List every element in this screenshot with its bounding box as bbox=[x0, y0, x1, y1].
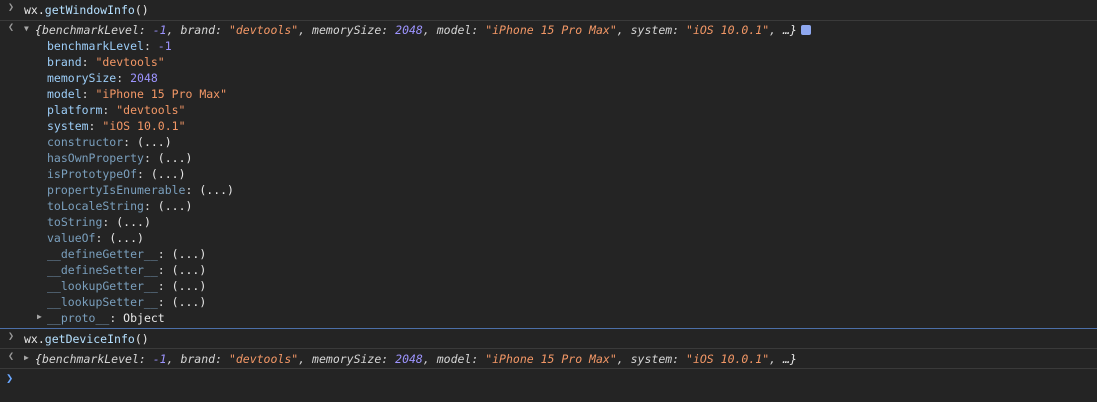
triangle-right-icon[interactable]: ▶ bbox=[24, 353, 29, 362]
property-row[interactable]: platform: "devtools" bbox=[47, 102, 186, 118]
property-row[interactable]: system: "iOS 10.0.1" bbox=[47, 118, 186, 134]
separator bbox=[0, 348, 1097, 349]
separator bbox=[0, 328, 1097, 329]
separator bbox=[0, 20, 1097, 21]
triangle-right-icon[interactable]: ▶ bbox=[37, 312, 42, 321]
proto-method-row[interactable]: propertyIsEnumerable: (...) bbox=[47, 182, 234, 198]
prompt-chevron-icon[interactable]: ❯ bbox=[6, 371, 13, 385]
property-row[interactable]: benchmarkLevel: -1 bbox=[47, 38, 172, 54]
proto-method-row[interactable]: __defineGetter__: (...) bbox=[47, 246, 206, 262]
property-row[interactable]: brand: "devtools" bbox=[47, 54, 165, 70]
console-input-2[interactable]: wx.getDeviceInfo() bbox=[24, 331, 149, 347]
proto-method-row[interactable]: toString: (...) bbox=[47, 214, 151, 230]
proto-method-row[interactable]: __lookupGetter__: (...) bbox=[47, 278, 206, 294]
chevron-left-icon: ❮ bbox=[7, 351, 15, 362]
property-row[interactable]: memorySize: 2048 bbox=[47, 70, 158, 86]
proto-method-row[interactable]: hasOwnProperty: (...) bbox=[47, 150, 192, 166]
console-prompt-input[interactable] bbox=[24, 370, 1084, 386]
proto-method-row[interactable]: toLocaleString: (...) bbox=[47, 198, 192, 214]
triangle-down-icon[interactable]: ▼ bbox=[24, 24, 29, 33]
chevron-left-icon: ❮ bbox=[7, 22, 15, 33]
proto-method-row[interactable]: valueOf: (...) bbox=[47, 230, 144, 246]
proto-method-row[interactable]: constructor: (...) bbox=[47, 134, 172, 150]
object-summary-expanded[interactable]: {benchmarkLevel: -1, brand: "devtools", … bbox=[35, 22, 811, 38]
property-row[interactable]: model: "iPhone 15 Pro Max" bbox=[47, 86, 227, 102]
proto-method-row[interactable]: __lookupSetter__: (...) bbox=[47, 294, 206, 310]
chevron-right-icon: ❯ bbox=[7, 2, 15, 13]
console-input-1[interactable]: wx.getWindowInfo() bbox=[24, 2, 149, 18]
separator bbox=[0, 368, 1097, 369]
proto-method-row[interactable]: __defineSetter__: (...) bbox=[47, 262, 206, 278]
object-summary-collapsed[interactable]: {benchmarkLevel: -1, brand: "devtools", … bbox=[35, 351, 797, 367]
chevron-right-icon: ❯ bbox=[7, 331, 15, 342]
info-badge-icon[interactable] bbox=[800, 25, 811, 35]
proto-method-row[interactable]: isPrototypeOf: (...) bbox=[47, 166, 186, 182]
proto-row[interactable]: __proto__: Object bbox=[47, 310, 165, 326]
